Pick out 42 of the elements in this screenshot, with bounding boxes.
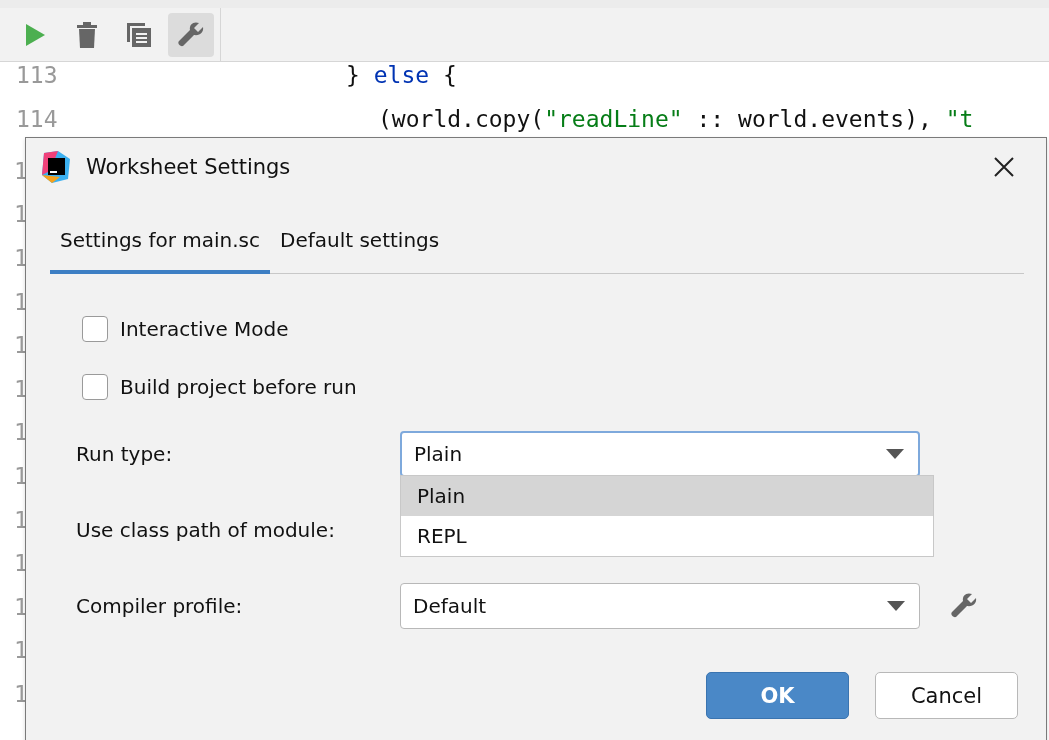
wrench-icon [950, 592, 978, 620]
toolbar-button[interactable] [168, 12, 214, 57]
line-number: 1 [14, 418, 28, 448]
checkbox[interactable] [82, 316, 108, 342]
compiler-profile-dropdown[interactable]: Default [400, 583, 920, 629]
line-number: 114 [15, 106, 59, 132]
dropdown-option[interactable]: Plain [401, 476, 933, 516]
trash-icon [77, 21, 97, 48]
run-icon [24, 22, 46, 47]
field-label: Use class path of module: [76, 518, 336, 542]
checkbox[interactable] [82, 374, 108, 400]
field-label: Compiler profile: [76, 594, 244, 618]
dropdown-arrow-icon [886, 449, 904, 459]
tab[interactable]: Settings for main.sc [50, 220, 270, 274]
dialog-title: Worksheet Settings [86, 155, 292, 179]
checkbox-label: Build project before run [120, 375, 357, 399]
line-number: 1 [14, 461, 28, 491]
line-number: 1 [14, 592, 28, 622]
line-number: 1 [14, 679, 28, 709]
dropdown-arrow-icon [887, 601, 905, 611]
line-number: 1 [14, 636, 28, 666]
ok-button[interactable]: OK [706, 672, 849, 719]
code-line: } else { [345, 62, 457, 88]
run-type-dropdown[interactable]: Plain [400, 431, 920, 477]
app-logo-icon [40, 151, 72, 183]
close-icon [994, 157, 1014, 177]
line-number: 1 [14, 374, 28, 404]
line-number: 1 [14, 156, 28, 186]
cancel-button[interactable]: Cancel [875, 672, 1018, 719]
line-number: 1 [14, 200, 28, 230]
line-number: 1 [14, 287, 28, 317]
line-number: 1 [14, 505, 28, 535]
tab[interactable]: Default settings [270, 220, 450, 274]
line-number: 1 [14, 244, 28, 273]
wrench-icon [177, 20, 205, 49]
code-line: (world.copy("readLine" :: world.events), "t [377, 106, 974, 132]
copy-icon [127, 22, 151, 47]
line-number: 1 [14, 549, 28, 579]
line-number: 1 [14, 331, 28, 361]
checkbox-label: Interactive Mode [120, 317, 289, 341]
field-label: Run type: [76, 442, 174, 466]
line-number: 113 [15, 62, 59, 88]
